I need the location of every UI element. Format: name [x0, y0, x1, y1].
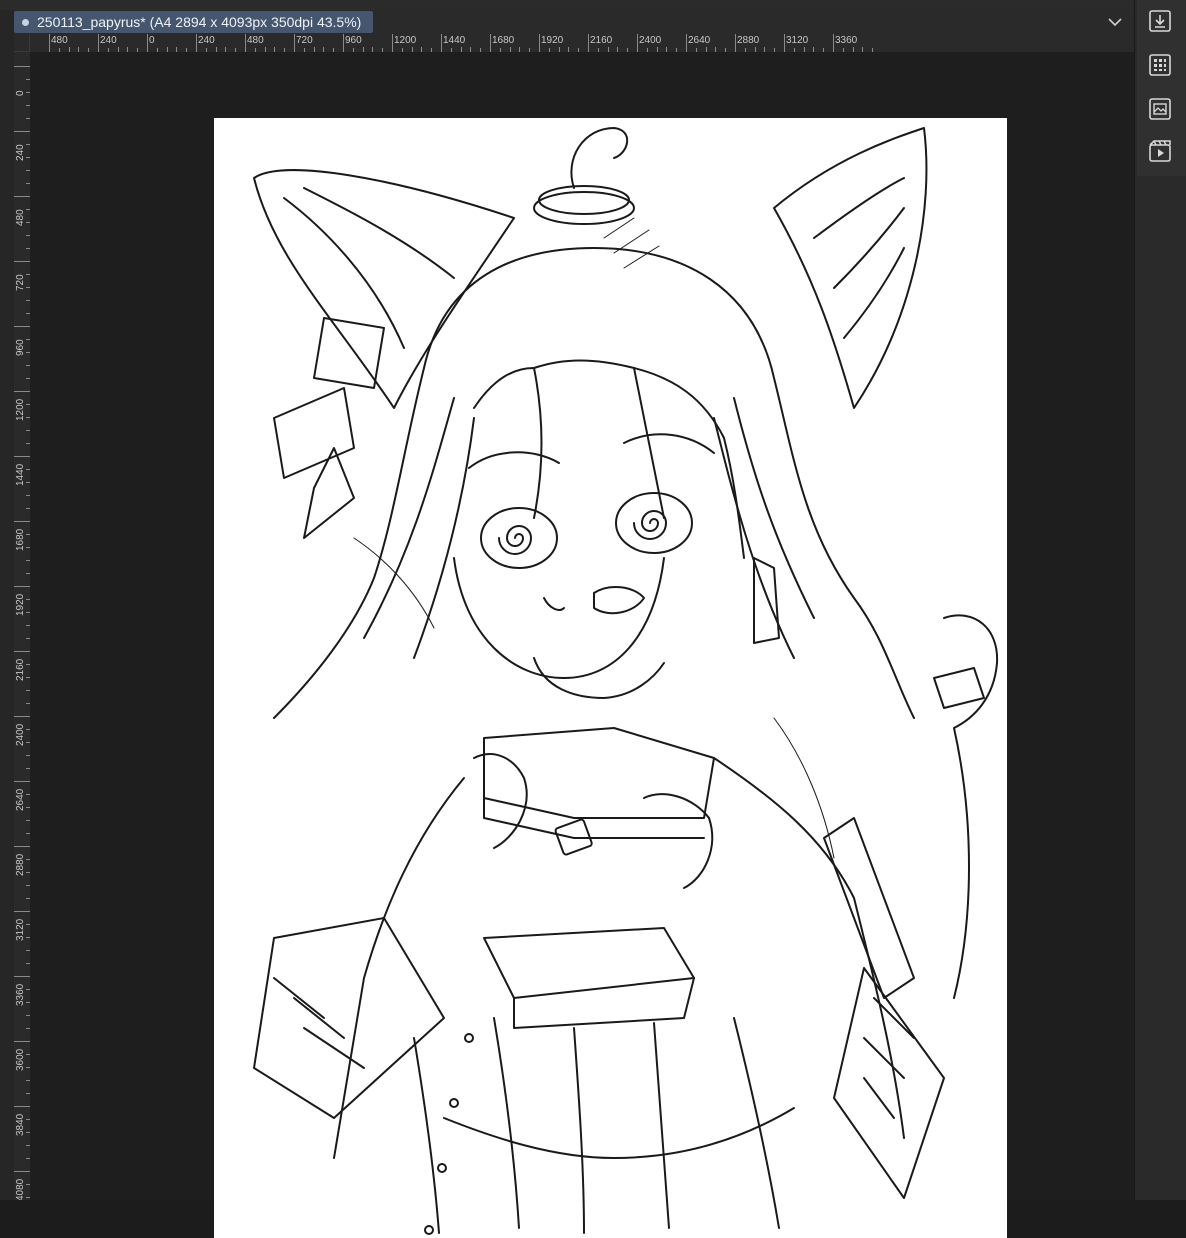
ruler-major-tick	[588, 34, 589, 52]
ruler-label: 1680	[492, 35, 515, 46]
ruler-corner	[14, 34, 30, 52]
ruler-label: 480	[51, 35, 68, 46]
ruler-label: 3120	[15, 918, 26, 941]
ruler-label: 2160	[590, 35, 613, 46]
ruler-major-tick	[98, 34, 99, 52]
ruler-label: 720	[15, 274, 26, 291]
image-panel-icon[interactable]	[1147, 96, 1173, 122]
ruler-major-tick	[490, 34, 491, 52]
ruler-label: 3840	[15, 1113, 26, 1136]
document-tab[interactable]: 250113_papyrus* (A4 2894 x 4093px 350dpi…	[14, 11, 373, 33]
ruler-label: 240	[15, 144, 26, 161]
document-tab-title: 250113_papyrus* (A4 2894 x 4093px 350dpi…	[37, 14, 362, 30]
ruler-major-tick	[14, 326, 30, 327]
ruler-major-tick	[686, 34, 687, 52]
ruler-label: 720	[296, 35, 313, 46]
ruler-major-tick	[14, 651, 30, 652]
line-art-illustration	[253, 127, 999, 1235]
ruler-label: 480	[247, 35, 264, 46]
ruler-label: 3360	[835, 35, 858, 46]
ruler-label: 1440	[443, 35, 466, 46]
ruler-major-tick	[14, 261, 30, 262]
ruler-major-tick	[735, 34, 736, 52]
ruler-major-tick	[441, 34, 442, 52]
canvas-page[interactable]	[214, 118, 1007, 1238]
horizontal-ruler: 480 240 0 240 480 720 960 1200 1440 1680 1920 2160 2…	[30, 34, 1134, 53]
animation-icon[interactable]	[1147, 138, 1173, 164]
ruler-label: 1920	[15, 593, 26, 616]
ruler-major-tick	[294, 34, 295, 52]
ruler-label: 2880	[737, 35, 760, 46]
ruler-label: 0	[149, 35, 155, 46]
canvas-area[interactable]	[30, 52, 1134, 1238]
ruler-label: 3360	[15, 983, 26, 1006]
ruler-major-tick	[784, 34, 785, 52]
ruler-major-tick	[14, 521, 30, 522]
ruler-label: 1920	[541, 35, 564, 46]
right-panel	[1134, 0, 1186, 1200]
ruler-label: 0	[15, 90, 26, 96]
import-icon[interactable]	[1147, 8, 1173, 34]
ruler-major-tick	[49, 34, 50, 52]
ruler-label: 2640	[688, 35, 711, 46]
vertical-ruler: 0 240 480 720 960 1200 1440 1680 1920 2160 2400 264…	[14, 52, 31, 1200]
ruler-major-tick	[14, 196, 30, 197]
ruler-major-tick	[14, 66, 30, 67]
ruler-major-tick	[14, 846, 30, 847]
ruler-major-tick	[14, 1171, 30, 1172]
ruler-label: 960	[15, 339, 26, 356]
ruler-major-tick	[343, 34, 344, 52]
ruler-major-tick	[14, 976, 30, 977]
ruler-major-tick	[196, 34, 197, 52]
ruler-label: 240	[100, 35, 117, 46]
ruler-label: 1200	[394, 35, 417, 46]
ruler-major-tick	[637, 34, 638, 52]
ruler-major-tick	[147, 34, 148, 52]
ruler-label: 4080	[15, 1178, 26, 1200]
ruler-label: 2160	[15, 658, 26, 681]
ruler-major-tick	[392, 34, 393, 52]
ruler-major-tick	[14, 1041, 30, 1042]
ruler-major-tick	[14, 391, 30, 392]
left-tool-edge	[0, 10, 15, 1200]
ruler-major-tick	[14, 781, 30, 782]
ruler-label: 1680	[15, 528, 26, 551]
ruler-label: 240	[198, 35, 215, 46]
ruler-label: 2400	[639, 35, 662, 46]
ruler-major-tick	[14, 586, 30, 587]
chevron-down-icon[interactable]	[1106, 13, 1124, 31]
ruler-major-tick	[14, 1106, 30, 1107]
ruler-major-tick	[14, 456, 30, 457]
ruler-label: 2640	[15, 788, 26, 811]
ruler-label: 2400	[15, 723, 26, 746]
unsaved-dot-icon	[22, 18, 29, 26]
document-tab-bar: 250113_papyrus* (A4 2894 x 4093px 350dpi…	[14, 10, 1134, 34]
ruler-label: 480	[15, 209, 26, 226]
ruler-major-tick	[14, 716, 30, 717]
ruler-label: 3120	[786, 35, 809, 46]
ruler-major-tick	[14, 911, 30, 912]
ruler-major-tick	[14, 131, 30, 132]
ruler-major-tick	[833, 34, 834, 52]
ruler-major-tick	[539, 34, 540, 52]
ruler-label: 1200	[15, 398, 26, 421]
grid-icon[interactable]	[1147, 52, 1173, 78]
ruler-major-tick	[245, 34, 246, 52]
ruler-label: 960	[345, 35, 362, 46]
ruler-label: 2880	[15, 853, 26, 876]
ruler-label: 3600	[15, 1048, 26, 1071]
ruler-label: 1440	[15, 463, 26, 486]
